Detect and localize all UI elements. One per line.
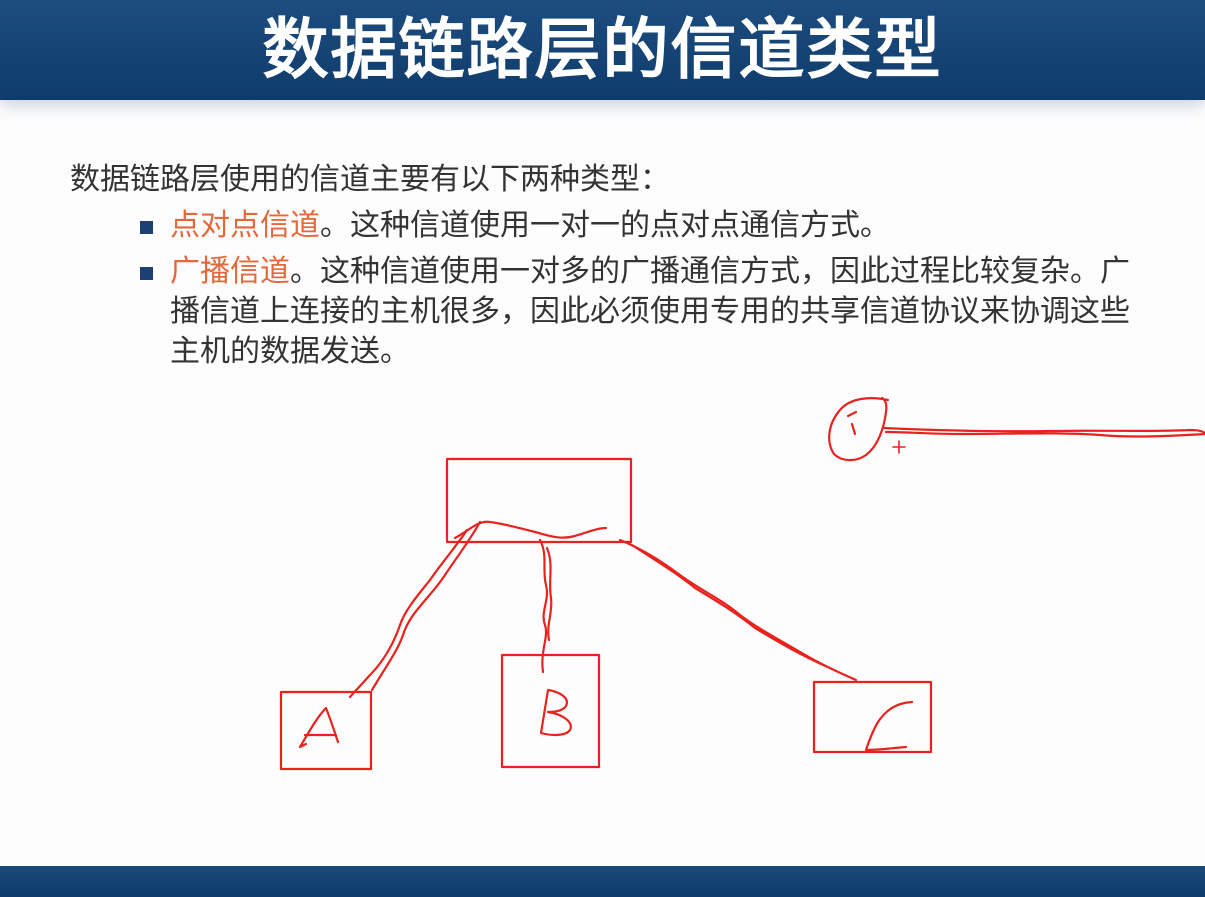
circle-annotation bbox=[828, 396, 890, 462]
host-box-c bbox=[812, 680, 933, 754]
letter-c-glyph bbox=[864, 700, 914, 752]
letter-a-glyph bbox=[298, 706, 340, 749]
bottom-bar bbox=[0, 866, 1205, 897]
link-line-b bbox=[538, 538, 553, 674]
slide: 数据链路层的信道类型 数据链路层使用的信道主要有以下两种类型： 点对点信道。这种… bbox=[0, 0, 1205, 897]
letter-b-glyph bbox=[539, 688, 572, 737]
host-box-a bbox=[279, 690, 373, 771]
link-line-top bbox=[453, 520, 608, 540]
link-line-a bbox=[348, 520, 482, 699]
underline-annotation bbox=[882, 426, 1205, 438]
link-line-c bbox=[618, 538, 858, 682]
pen-annotation-drawing bbox=[279, 396, 1205, 771]
plus-cursor-icon bbox=[892, 440, 906, 454]
